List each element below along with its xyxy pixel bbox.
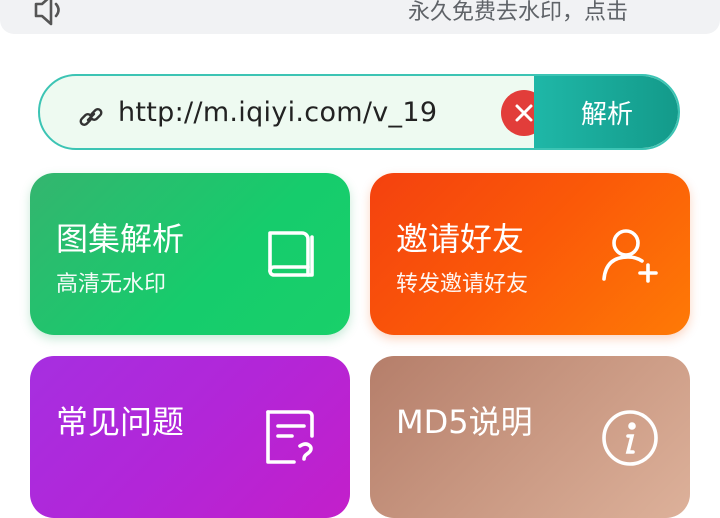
link-icon — [79, 108, 103, 126]
book-icon — [268, 231, 314, 277]
album-parse-card[interactable]: 图集解析 高清无水印 — [30, 173, 350, 335]
notice-text: 永久免费去水印，点击 — [408, 0, 629, 25]
notice-bar[interactable]: 永久免费去水印，点击 — [0, 0, 720, 34]
invite-friends-card[interactable]: 邀请好友 转发邀请好友 — [370, 173, 690, 335]
url-input[interactable]: http://m.iqiyi.com/v_19 — [118, 94, 466, 132]
add-user-icon — [602, 229, 658, 283]
parse-button[interactable]: 解析 — [534, 76, 678, 148]
speaker-icon — [34, 0, 60, 26]
card-title: 常见问题 — [56, 403, 185, 441]
card-subtitle: 转发邀请好友 — [396, 272, 529, 297]
close-icon — [515, 104, 533, 122]
md5-info-card[interactable]: MD5说明 — [370, 356, 690, 518]
faq-card[interactable]: 常见问题 — [30, 356, 350, 518]
info-icon — [602, 410, 658, 466]
faq-list-icon — [266, 410, 314, 464]
card-title: 邀请好友 — [396, 220, 525, 258]
card-title: MD5说明 — [396, 403, 533, 441]
url-input-bar: http://m.iqiyi.com/v_19 解析 — [38, 74, 680, 150]
card-title: 图集解析 — [56, 220, 185, 258]
card-subtitle: 高清无水印 — [56, 272, 167, 297]
